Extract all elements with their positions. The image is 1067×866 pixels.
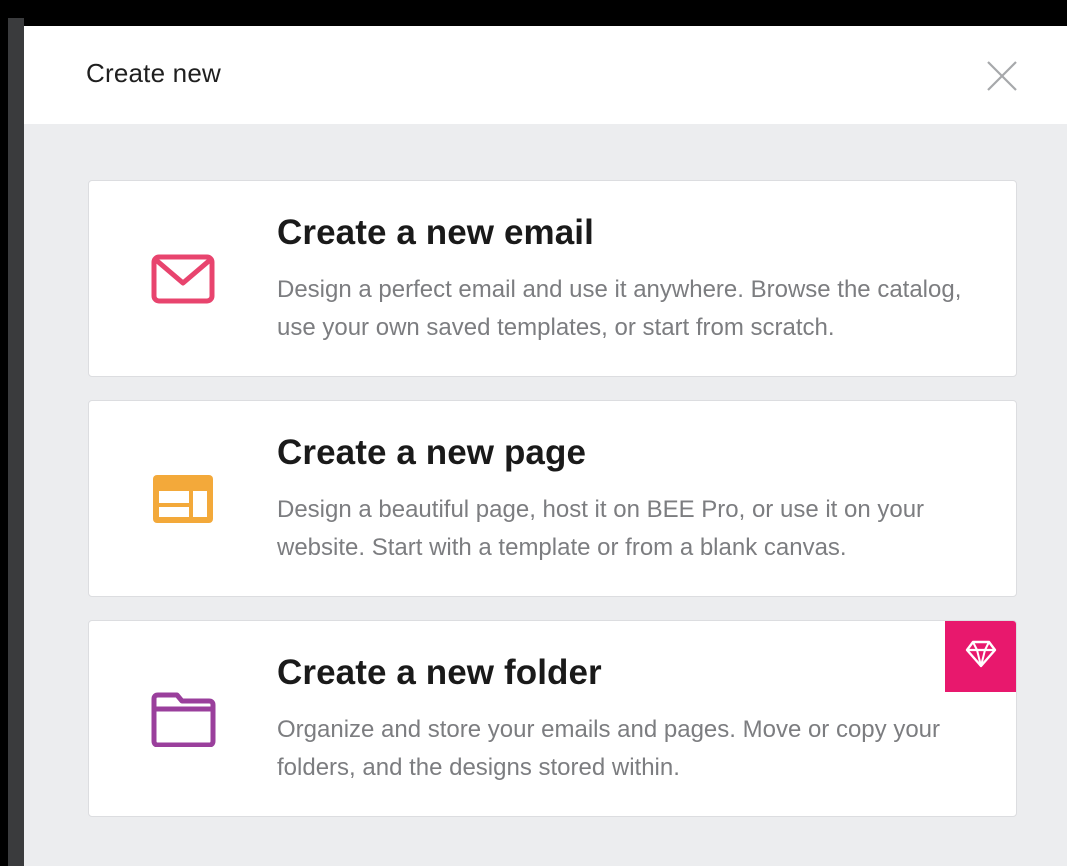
create-email-option[interactable]: Create a new email Design a perfect emai… (88, 180, 1017, 377)
screen-frame: Create new Create a new email Design a p… (0, 0, 1067, 866)
modal-header: Create new (24, 26, 1067, 124)
option-description: Organize and store your emails and pages… (277, 716, 941, 781)
option-title: Create a new page (277, 433, 587, 472)
folder-icon (147, 687, 219, 747)
option-title: Create a new email (277, 213, 594, 252)
create-new-modal: Create new Create a new email Design a p… (24, 26, 1067, 866)
option-title: Create a new folder (277, 653, 602, 692)
create-page-option[interactable]: Create a new page Design a beautiful pag… (88, 400, 1017, 597)
modal-title: Create new (86, 58, 221, 88)
close-button[interactable] (982, 56, 1022, 96)
pro-badge (945, 621, 1016, 692)
background-window-edge (8, 18, 24, 866)
option-description: Design a perfect email and use it anywhe… (277, 276, 962, 341)
page-layout-icon (147, 473, 219, 533)
create-folder-option[interactable]: Create a new folder Organize and store y… (88, 620, 1017, 817)
diamond-icon (965, 640, 997, 668)
envelope-icon (147, 253, 219, 313)
close-icon (987, 61, 1017, 91)
option-description: Design a beautiful page, host it on BEE … (277, 496, 925, 561)
